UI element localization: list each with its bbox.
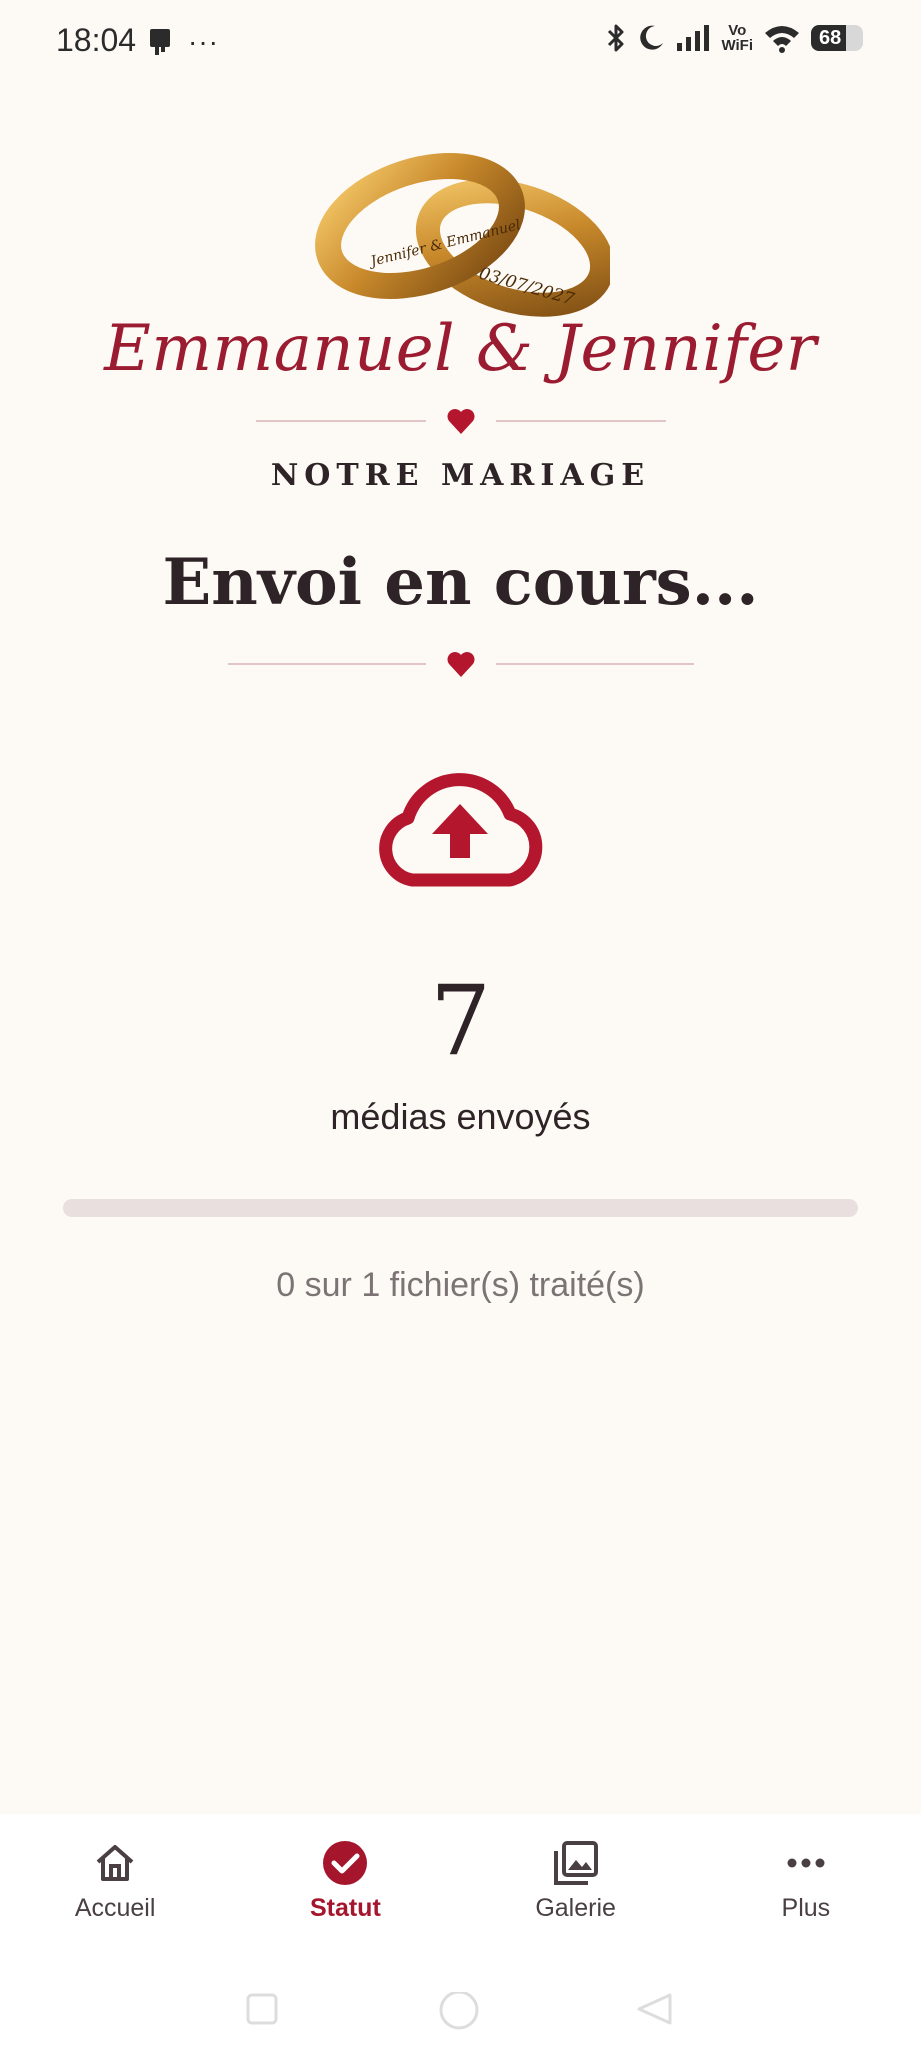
status-time: 18:04	[56, 22, 137, 58]
home-icon	[96, 1845, 134, 1881]
nav-item-statut[interactable]: Statut	[230, 1814, 460, 1964]
bluetooth-icon	[608, 24, 624, 52]
heart-icon	[447, 652, 474, 677]
page-title: Envoi en cours...	[162, 545, 759, 620]
system-navigation-bar	[0, 1964, 921, 2048]
nav-label: Galerie	[535, 1894, 616, 1922]
status-left-icons: ···	[146, 26, 219, 58]
gallery-icon	[553, 1841, 598, 1885]
title-divider	[0, 650, 921, 678]
battery-level: 68	[819, 26, 842, 49]
check-circle-icon	[323, 1841, 368, 1885]
device-icon	[150, 29, 170, 55]
upload-progress-text: 0 sur 1 fichier(s) traité(s)	[276, 1266, 645, 1304]
media-count: 7	[429, 965, 492, 1077]
status-right-icons: Vo WiFi 68	[605, 22, 863, 54]
recent-apps-icon[interactable]	[245, 1992, 279, 2026]
vowifi-indicator: Vo WiFi	[721, 23, 753, 53]
battery-icon: 68	[811, 25, 863, 51]
nav-item-accueil[interactable]: Accueil	[0, 1814, 230, 1964]
header-divider	[0, 407, 921, 435]
bottom-navigation: Accueil Statut Galerie Plus	[0, 1814, 921, 1964]
wifi-icon	[765, 26, 799, 53]
moon-icon	[640, 25, 664, 50]
nav-item-plus[interactable]: Plus	[691, 1814, 921, 1964]
media-count-label: médias envoyés	[330, 1096, 591, 1137]
page-subtitle: NOTRE MARIAGE	[270, 458, 651, 493]
nav-label: Accueil	[74, 1894, 156, 1922]
vowifi-bottom: WiFi	[721, 37, 753, 54]
more-icon	[787, 1858, 825, 1868]
back-icon[interactable]	[636, 1992, 672, 2026]
home-system-icon[interactable]	[437, 1992, 481, 2036]
upload-progress-bar	[63, 1199, 858, 1217]
status-bar: 18:04 ··· Vo WiFi 68	[0, 0, 921, 86]
cloud-upload-icon	[379, 773, 543, 887]
nav-label: Statut	[309, 1894, 381, 1922]
nav-label: Plus	[781, 1894, 831, 1922]
signal-icon	[677, 25, 710, 51]
nav-item-galerie[interactable]: Galerie	[461, 1814, 691, 1964]
couple-names: Emmanuel & Jennifer	[104, 312, 817, 386]
more-status-icon: ···	[188, 26, 219, 57]
heart-icon	[447, 409, 474, 434]
wedding-rings-logo: Jennifer & Emmanuel 03/07/2027	[315, 153, 610, 317]
vowifi-top: Vo	[728, 22, 747, 39]
